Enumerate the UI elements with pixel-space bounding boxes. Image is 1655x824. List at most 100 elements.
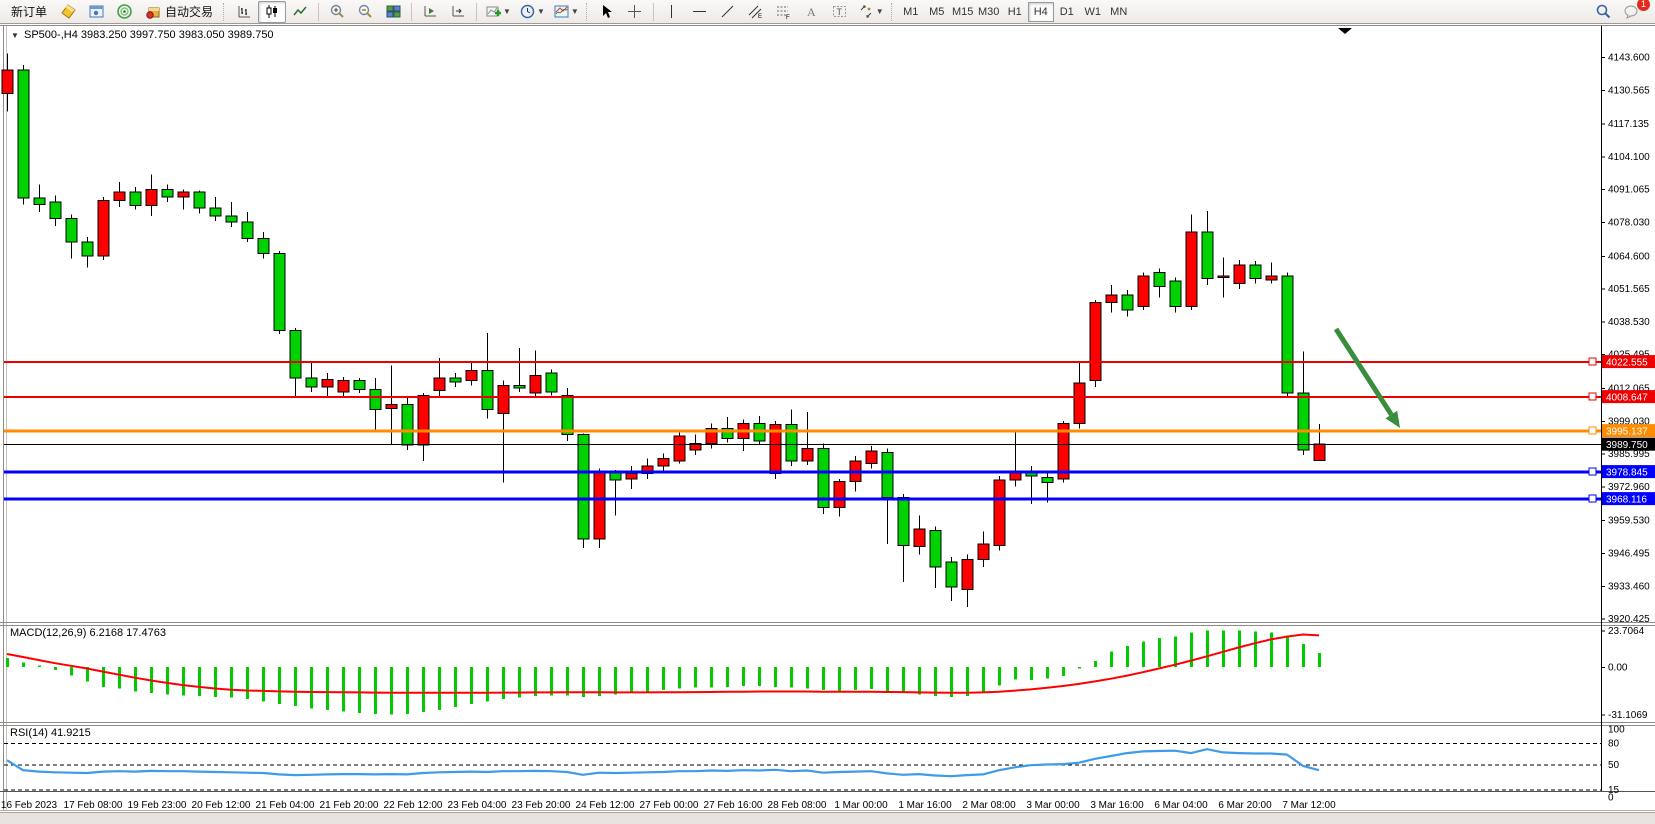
price-badge-label: 4022.555 <box>1606 358 1648 369</box>
chart-candles-icon <box>264 3 281 20</box>
time-tick-label: 27 Feb 00:00 <box>640 800 699 811</box>
timeframe-m15[interactable]: M15 <box>950 2 976 22</box>
time-tick-label: 21 Feb 20:00 <box>320 800 379 811</box>
tile-windows-button[interactable] <box>379 1 407 23</box>
candle-bear <box>162 189 173 197</box>
trendline-button[interactable] <box>714 1 742 23</box>
candle-bull <box>1090 303 1101 381</box>
timeframe-m1[interactable]: M1 <box>898 2 924 22</box>
hline-handle[interactable] <box>1589 358 1596 365</box>
macd-tick-label: 0.00 <box>1608 663 1628 674</box>
candle-bear <box>402 405 413 445</box>
data-center-button[interactable] <box>110 1 138 23</box>
market-watch-button[interactable] <box>82 1 110 23</box>
time-tick-label: 2 Mar 08:00 <box>962 800 1016 811</box>
timeframe-m5[interactable]: M5 <box>924 2 950 22</box>
hline-handle[interactable] <box>1589 393 1596 400</box>
symbol-dropdown-icon[interactable]: ▼ <box>11 31 19 40</box>
macd-hist-bar <box>438 667 441 710</box>
label-button[interactable]: T <box>826 1 854 23</box>
candle-bear <box>882 452 893 497</box>
cursor-button[interactable] <box>593 1 621 23</box>
candle-bear <box>306 378 317 387</box>
zoom-out-icon <box>357 3 374 20</box>
price-axis[interactable]: 4143.6004130.5654117.1354104.1004091.065… <box>1601 53 1650 626</box>
timeframe-mn[interactable]: MN <box>1106 2 1132 22</box>
templates-button[interactable]: ▼ <box>549 1 583 23</box>
candle-bull <box>914 529 925 547</box>
trend-arrow[interactable] <box>1336 329 1400 428</box>
time-axis[interactable]: 16 Feb 202317 Feb 08:0019 Feb 23:0020 Fe… <box>1 800 1336 811</box>
candle-bull <box>594 472 605 539</box>
profiles-button[interactable] <box>54 1 82 23</box>
rsi-tick-label: 100 <box>1608 725 1625 736</box>
candle-bear <box>274 254 285 331</box>
candle-bull <box>178 192 189 197</box>
macd-label: MACD(12,26,9) 6.2168 17.4763 <box>10 627 166 639</box>
templates-icon <box>553 3 570 20</box>
zoom-out-button[interactable] <box>351 1 379 23</box>
svg-text:E: E <box>758 14 762 20</box>
chart-line-button[interactable] <box>286 1 314 23</box>
indicators-button[interactable]: ▼ <box>481 1 515 23</box>
candle-bull <box>802 449 813 462</box>
chart-window[interactable]: 4143.6004130.5654117.1354104.1004091.065… <box>0 24 1655 812</box>
shapes-button[interactable]: ▼ <box>854 1 888 23</box>
auto-trading-icon <box>145 3 162 20</box>
timeframe-w1[interactable]: W1 <box>1080 2 1106 22</box>
hline-handle[interactable] <box>1589 495 1596 502</box>
chart-bars-button[interactable] <box>230 1 258 23</box>
candle-bull <box>418 396 429 445</box>
candle-bull <box>978 544 989 559</box>
macd-hist-bar <box>1318 653 1321 667</box>
auto-scroll-button[interactable] <box>416 1 444 23</box>
time-tick-label: 3 Mar 00:00 <box>1026 800 1080 811</box>
candle-bear <box>610 472 621 480</box>
timeframe-h4[interactable]: H4 <box>1028 2 1054 22</box>
toolbar-separator <box>318 3 319 21</box>
candle-bull <box>658 459 669 467</box>
candle-bear <box>210 208 221 216</box>
zoom-in-button[interactable] <box>323 1 351 23</box>
vline-button[interactable] <box>658 1 686 23</box>
macd-pane[interactable]: 23.70640.00-31.1069MACD(12,26,9) 6.2168 … <box>6 626 1648 721</box>
timeframe-m30[interactable]: M30 <box>976 2 1002 22</box>
channel-button[interactable]: E <box>742 1 770 23</box>
candle-bull <box>146 189 157 205</box>
price-tick-label: 4051.565 <box>1608 284 1650 295</box>
candle-bull <box>1218 276 1229 278</box>
macd-hist-bar <box>1238 631 1241 667</box>
search-button[interactable] <box>1589 1 1617 23</box>
rsi-label: RSI(14) 41.9215 <box>10 727 91 739</box>
timeframe-h1[interactable]: H1 <box>1002 2 1028 22</box>
chart-shift-button[interactable] <box>444 1 472 23</box>
price-tick-label: 4078.030 <box>1608 218 1650 229</box>
new-order-button[interactable]: 新订单 <box>4 1 54 23</box>
hline-button[interactable] <box>686 1 714 23</box>
timeframe-d1[interactable]: D1 <box>1054 2 1080 22</box>
chart-candles-button[interactable] <box>258 1 286 23</box>
chart-shift-marker[interactable] <box>1338 28 1352 34</box>
search-icon <box>1595 3 1612 20</box>
chart-canvas[interactable]: 4143.6004130.5654117.1354104.1004091.065… <box>0 24 1655 812</box>
macd-hist-bar <box>214 667 217 697</box>
symbol-title: SP500-,H4 3983.250 3997.750 3983.050 398… <box>24 29 274 41</box>
toolbar-grip <box>223 3 227 21</box>
periods-button[interactable]: ▼ <box>515 1 549 23</box>
fibonacci-icon: F <box>775 3 792 20</box>
hline-handle[interactable] <box>1589 427 1596 434</box>
chat-button[interactable]: 1 <box>1617 1 1645 23</box>
price-badge-label: 3989.750 <box>1606 440 1648 451</box>
fibonacci-button[interactable]: F <box>770 1 798 23</box>
mt4-terminal: { "toolbar": { "new_order_label": "新订单",… <box>0 0 1655 824</box>
macd-hist-bar <box>502 667 505 699</box>
macd-hist-bar <box>1126 646 1129 667</box>
hline-handle[interactable] <box>1589 468 1596 475</box>
toolbar-separator <box>411 3 412 21</box>
text-button[interactable]: A <box>798 1 826 23</box>
crosshair-button[interactable] <box>621 1 649 23</box>
rsi-tick-label: 80 <box>1608 739 1620 750</box>
auto-trading-button[interactable]: 自动交易 <box>138 1 220 23</box>
rsi-tick-label: 0 <box>1608 793 1614 804</box>
time-tick-label: 22 Feb 12:00 <box>384 800 443 811</box>
